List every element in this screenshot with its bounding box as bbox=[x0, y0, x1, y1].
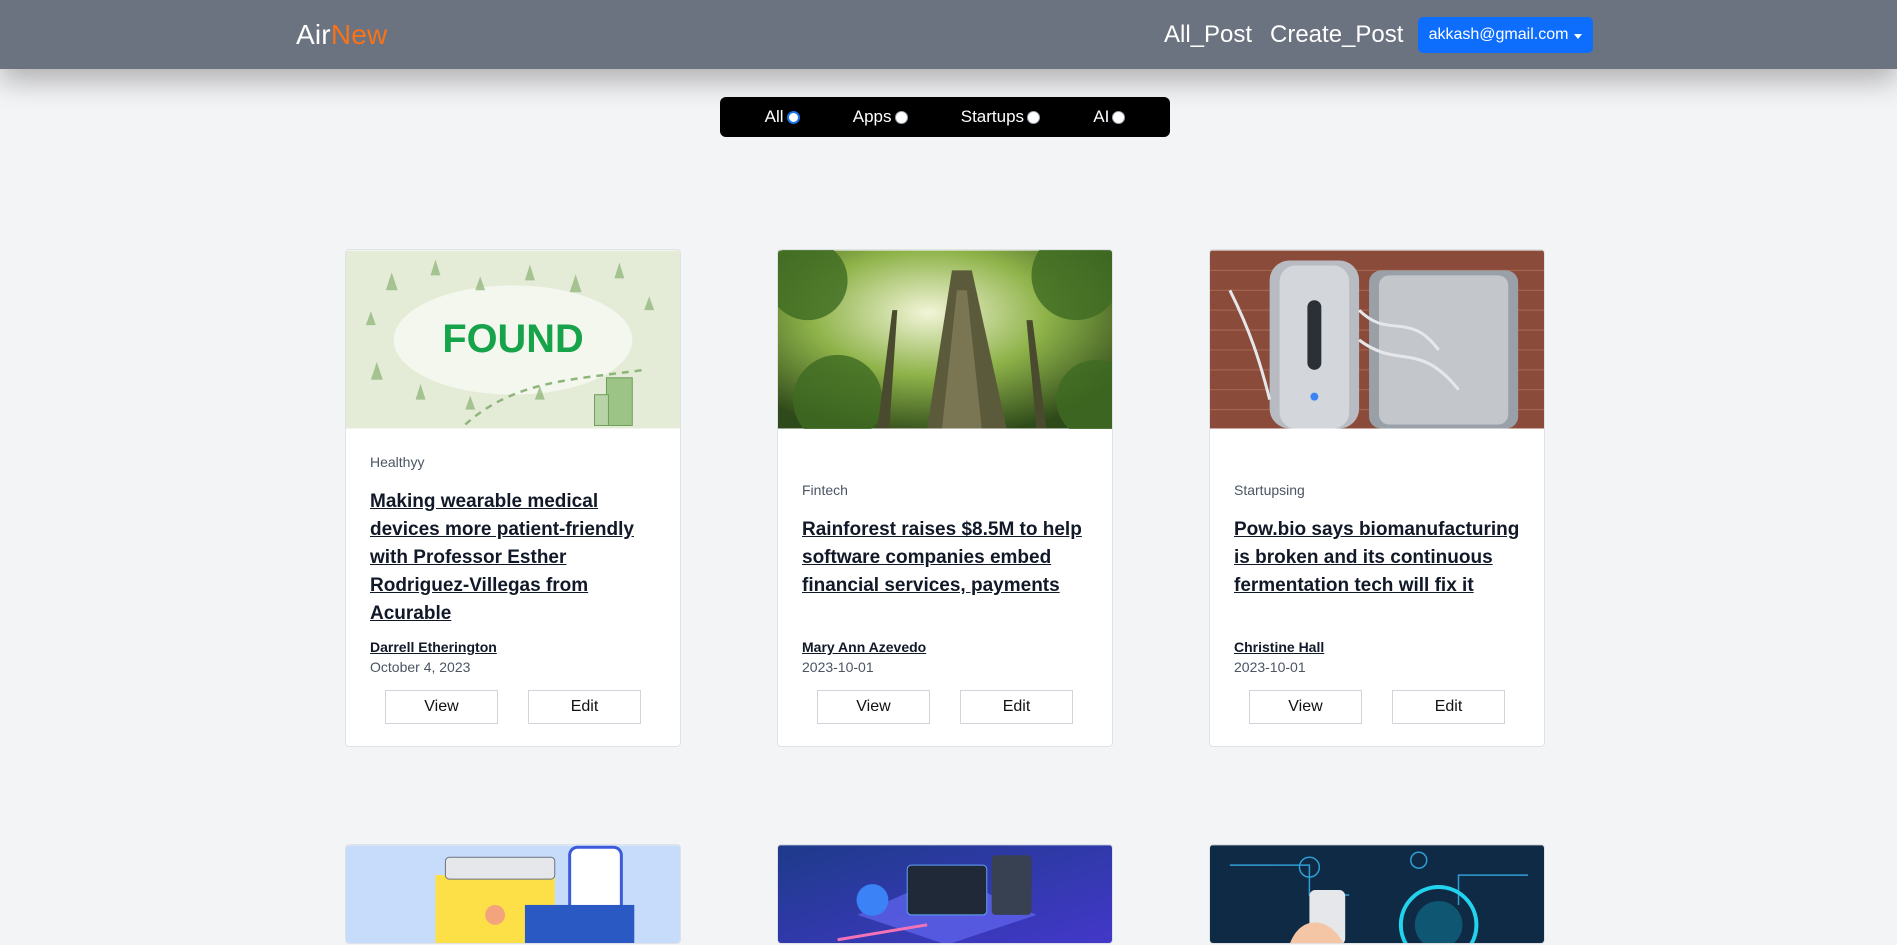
post-card bbox=[1209, 844, 1545, 944]
post-image-ai-tech[interactable] bbox=[1210, 845, 1544, 944]
radio-ai[interactable] bbox=[1112, 110, 1126, 124]
edit-button[interactable]: Edit bbox=[1392, 690, 1505, 724]
post-category: Healthyy bbox=[370, 454, 425, 470]
post-category: Fintech bbox=[802, 482, 848, 498]
brand-main: Air bbox=[296, 19, 331, 50]
category-filter-bar: All Apps Startups AI bbox=[720, 97, 1170, 137]
post-card-body: Fintech Rainforest raises $8.5M to help … bbox=[778, 429, 1112, 746]
radio-startups[interactable] bbox=[1027, 110, 1041, 124]
filter-option-all[interactable]: All bbox=[765, 107, 800, 127]
post-card bbox=[345, 844, 681, 944]
filter-label-ai: AI bbox=[1093, 107, 1110, 126]
view-button[interactable]: View bbox=[1249, 690, 1362, 724]
post-card: FOUND Healthyy Making wearable medical d… bbox=[345, 249, 681, 747]
post-author[interactable]: Darrell Etherington bbox=[370, 639, 497, 655]
post-image-small-business[interactable] bbox=[346, 845, 680, 944]
brand-accent: New bbox=[330, 19, 388, 50]
caret-down-icon bbox=[1574, 33, 1583, 39]
brand-logo[interactable]: AirNew bbox=[296, 19, 387, 51]
radio-apps[interactable] bbox=[894, 110, 908, 124]
filter-option-ai[interactable]: AI bbox=[1093, 107, 1126, 127]
filter-label-all: All bbox=[764, 107, 784, 126]
post-date: October 4, 2023 bbox=[370, 659, 471, 675]
view-button[interactable]: View bbox=[385, 690, 498, 724]
post-card-body: Healthyy Making wearable medical devices… bbox=[346, 429, 680, 746]
filter-option-startups[interactable]: Startups bbox=[960, 107, 1041, 127]
post-title[interactable]: Pow.bio says biomanufacturing is broken … bbox=[1234, 516, 1524, 600]
post-date: 2023-10-01 bbox=[802, 659, 874, 675]
post-card: Fintech Rainforest raises $8.5M to help … bbox=[777, 249, 1113, 747]
filter-label-startups: Startups bbox=[960, 107, 1025, 126]
post-card bbox=[777, 844, 1113, 944]
nav-link-all-post[interactable]: All_Post bbox=[1164, 21, 1252, 49]
user-menu-button[interactable]: akkash@gmail.com bbox=[1418, 17, 1593, 53]
user-email: akkash@gmail.com bbox=[1428, 26, 1569, 43]
filter-option-apps[interactable]: Apps bbox=[853, 107, 908, 127]
post-category: Startupsing bbox=[1234, 482, 1305, 498]
post-image-found[interactable]: FOUND bbox=[346, 250, 680, 429]
view-button[interactable]: View bbox=[817, 690, 930, 724]
image-text-found: FOUND bbox=[442, 317, 583, 361]
radio-all[interactable] bbox=[786, 110, 800, 124]
post-image-bioreactor[interactable] bbox=[1210, 250, 1544, 429]
post-title[interactable]: Rainforest raises $8.5M to help software… bbox=[802, 516, 1092, 600]
post-date: 2023-10-01 bbox=[1234, 659, 1306, 675]
post-title[interactable]: Making wearable medical devices more pat… bbox=[370, 488, 660, 628]
nav-link-create-post[interactable]: Create_Post bbox=[1270, 21, 1403, 49]
post-image-rainforest[interactable] bbox=[778, 250, 1112, 429]
edit-button[interactable]: Edit bbox=[528, 690, 641, 724]
post-image-computer-setup[interactable] bbox=[778, 845, 1112, 944]
post-card: Startupsing Pow.bio says biomanufacturin… bbox=[1209, 249, 1545, 747]
top-navbar: AirNew All_Post Create_Post akkash@gmail… bbox=[0, 0, 1897, 69]
post-author[interactable]: Christine Hall bbox=[1234, 639, 1324, 655]
filter-label-apps: Apps bbox=[852, 107, 892, 126]
post-card-body: Startupsing Pow.bio says biomanufacturin… bbox=[1210, 429, 1544, 746]
edit-button[interactable]: Edit bbox=[960, 690, 1073, 724]
post-author[interactable]: Mary Ann Azevedo bbox=[802, 639, 926, 655]
